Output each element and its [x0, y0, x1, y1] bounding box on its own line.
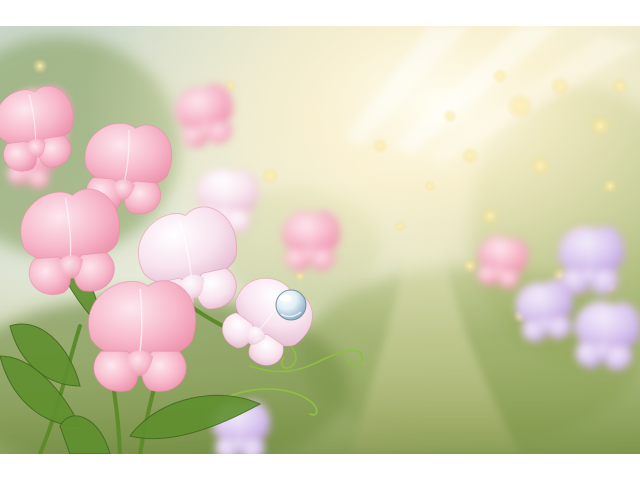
bokeh-light: [32, 58, 48, 74]
dew-drop: [275, 289, 307, 321]
bokeh-light: [588, 114, 612, 138]
bokeh-light: [294, 270, 306, 282]
bokeh-light: [506, 92, 534, 120]
bokeh-light: [424, 180, 436, 192]
sweet-pea-scene: [0, 26, 640, 454]
bokeh-light: [602, 178, 618, 194]
bokeh-light: [372, 138, 388, 154]
bokeh-light: [611, 77, 629, 95]
bokeh-light: [529, 155, 551, 177]
bokeh-light: [480, 206, 500, 226]
bokeh-light: [443, 109, 457, 123]
bokeh-light: [394, 220, 406, 232]
bokeh-light: [462, 258, 478, 274]
bokeh-light: [550, 76, 570, 96]
sweet-pea-flower: [88, 280, 197, 393]
garden-photo: [0, 26, 640, 454]
bokeh-light: [261, 167, 279, 185]
background-sweet-pea: [281, 210, 341, 271]
bokeh-light: [492, 68, 508, 84]
bokeh-light: [461, 147, 479, 165]
background-sweet-pea: [557, 225, 625, 295]
background-sweet-pea: [574, 300, 640, 371]
